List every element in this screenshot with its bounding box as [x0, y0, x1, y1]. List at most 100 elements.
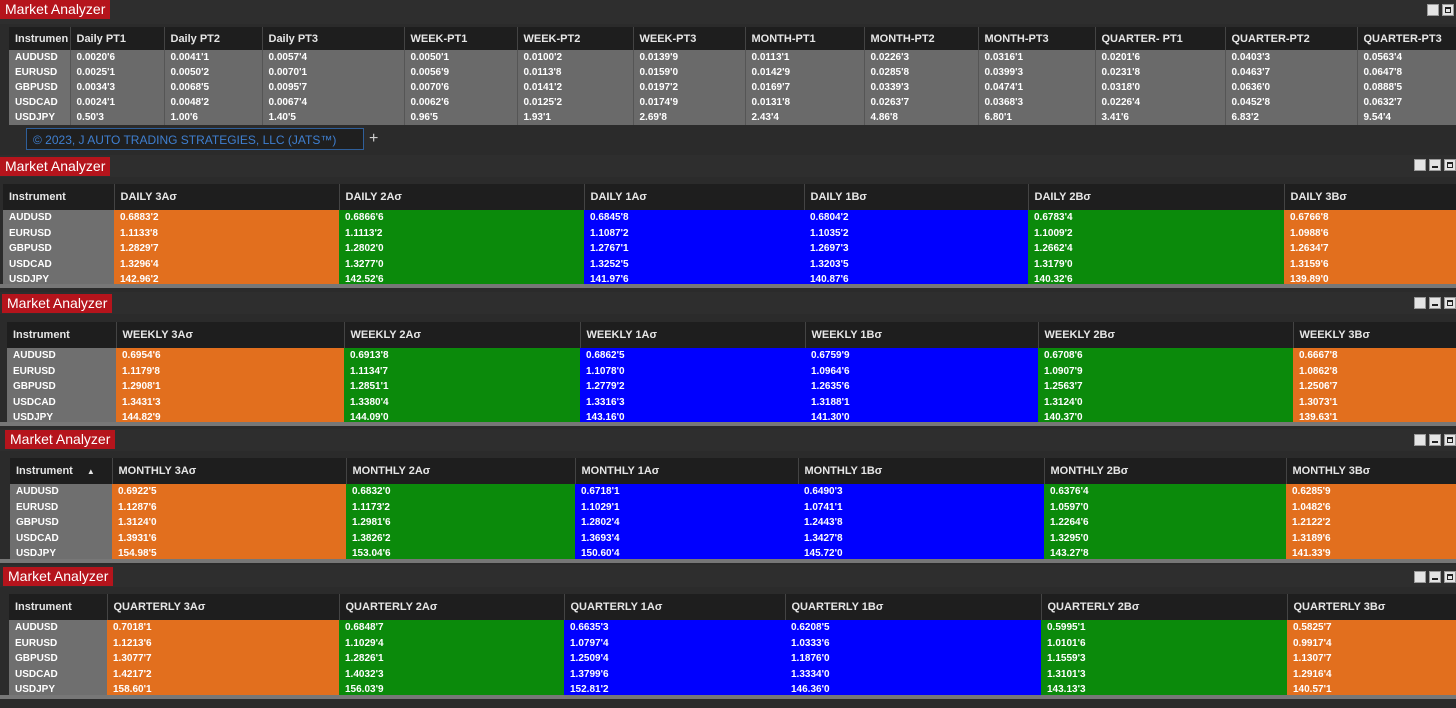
- table-row[interactable]: EURUSD 1.1287'6 1.1173'2 1.1029'1 1.0741'1 1.…: [10, 499, 1456, 515]
- sort-ascending-icon[interactable]: ▲: [87, 467, 95, 476]
- column-header-monthly-3b[interactable]: MONTHLY 3Bσ: [1286, 458, 1456, 484]
- column-header-quarter-pt2[interactable]: QUARTER-PT2: [1225, 27, 1358, 50]
- table-row[interactable]: GBPUSD 1.2829'7 1.2802'0 1.2767'1 1.2697'3 1.…: [3, 241, 1456, 257]
- restore-window-icon[interactable]: [1414, 297, 1426, 309]
- minimize-window-icon[interactable]: [1429, 159, 1441, 171]
- value-cell: 0.6285'9: [1286, 484, 1456, 500]
- column-header-weekly-1b[interactable]: WEEKLY 1Bσ: [805, 322, 1039, 348]
- header-row: Instrument QUARTERLY 3Aσ QUARTERLY 2Aσ QUAR…: [9, 594, 1456, 620]
- column-header-instrument[interactable]: Instrument: [7, 322, 117, 348]
- maximize-window-icon[interactable]: [1444, 297, 1456, 309]
- table-row[interactable]: USDCAD 1.3296'4 1.3277'0 1.3252'5 1.3203'5 1.…: [3, 256, 1456, 272]
- panel-title[interactable]: Market Analyzer: [0, 0, 111, 19]
- instrument-cell: EURUSD: [9, 635, 107, 651]
- column-header-daily-1b[interactable]: DAILY 1Bσ: [804, 184, 1029, 210]
- minimize-window-icon[interactable]: [1429, 571, 1441, 583]
- column-header-monthly-1a[interactable]: MONTHLY 1Aσ: [575, 458, 799, 484]
- restore-window-icon[interactable]: [1414, 571, 1426, 583]
- column-header-week-pt1[interactable]: WEEK-PT1: [404, 27, 518, 50]
- column-header-daily-1a[interactable]: DAILY 1Aσ: [584, 184, 805, 210]
- panel-title[interactable]: Market Analyzer: [5, 430, 116, 449]
- value-cell: 1.3203'5: [804, 256, 1028, 272]
- restore-window-icon[interactable]: [1427, 4, 1439, 16]
- column-header-daily-2b[interactable]: DAILY 2Bσ: [1028, 184, 1285, 210]
- column-header-weekly-2a[interactable]: WEEKLY 2Aσ: [344, 322, 581, 348]
- value-cell: 1.1134'7: [344, 363, 580, 379]
- value-cell: 1.1287'6: [112, 499, 346, 515]
- column-header-instrument[interactable]: Instrument: [3, 184, 115, 210]
- table-row[interactable]: GBPUSD 1.3077'7 1.2826'1 1.2509'4 1.1876'0 1.…: [9, 651, 1456, 667]
- column-header-quarterly-1a[interactable]: QUARTERLY 1Aσ: [564, 594, 786, 620]
- table-row[interactable]: EURUSD 1.1179'8 1.1134'7 1.1078'0 1.0964'6 1.…: [7, 363, 1456, 379]
- value-cell: 1.2981'6: [346, 515, 575, 531]
- column-header-monthly-1b[interactable]: MONTHLY 1Bσ: [798, 458, 1045, 484]
- column-header-quarterly-3a[interactable]: QUARTERLY 3Aσ: [107, 594, 340, 620]
- table-row[interactable]: AUDUSD 0.7018'1 0.6848'7 0.6635'3 0.6208'5 0.…: [9, 620, 1456, 636]
- column-header-monthly-2a[interactable]: MONTHLY 2Aσ: [346, 458, 576, 484]
- table-row[interactable]: USDCAD 1.3931'6 1.3826'2 1.3693'4 1.3427'8 1.…: [10, 530, 1456, 546]
- column-header-daily-3b[interactable]: DAILY 3Bσ: [1284, 184, 1456, 210]
- table-row[interactable]: EURUSD 1.1213'6 1.1029'4 1.0797'4 1.0333'6 1.…: [9, 635, 1456, 651]
- table-row[interactable]: USDCAD 0.0024'1 0.0048'2 0.0067'4 0.0062'6 0.…: [9, 95, 1456, 110]
- add-tab-button[interactable]: +: [369, 129, 378, 149]
- column-header-week-pt2[interactable]: WEEK-PT2: [517, 27, 634, 50]
- value-cell: 1.4032'3: [339, 666, 564, 682]
- column-header-daily-pt2[interactable]: Daily PT2: [164, 27, 263, 50]
- column-header-weekly-3b[interactable]: WEEKLY 3Bσ: [1293, 322, 1456, 348]
- column-header-daily-3a[interactable]: DAILY 3Aσ: [114, 184, 340, 210]
- restore-window-icon[interactable]: [1414, 159, 1426, 171]
- value-cell: 1.0907'9: [1038, 363, 1293, 379]
- table-row[interactable]: AUDUSD 0.6954'6 0.6913'8 0.6862'5 0.6759'9 0.…: [7, 348, 1456, 364]
- panel-title[interactable]: Market Analyzer: [2, 294, 113, 313]
- column-header-daily-2a[interactable]: DAILY 2Aσ: [339, 184, 585, 210]
- column-header-week-pt3[interactable]: WEEK-PT3: [633, 27, 746, 50]
- column-header-daily-pt3[interactable]: Daily PT3: [262, 27, 405, 50]
- maximize-window-icon[interactable]: [1444, 434, 1456, 446]
- column-header-instrument[interactable]: Instrument: [9, 594, 108, 620]
- table-row[interactable]: USDJPY 0.50'3 1.00'6 1.40'5 0.96'5 1.93'1 2.69…: [9, 110, 1456, 125]
- maximize-window-icon[interactable]: [1444, 571, 1456, 583]
- value-cell: 0.0888'5: [1357, 80, 1456, 95]
- value-cell: 1.3931'6: [112, 530, 346, 546]
- table-row[interactable]: EURUSD 1.1133'8 1.1113'2 1.1087'2 1.1035'2 1.…: [3, 225, 1456, 241]
- workspace-tab[interactable]: © 2023, J AUTO TRADING STRATEGIES, LLC (…: [26, 128, 364, 150]
- table-row[interactable]: EURUSD 0.0025'1 0.0050'2 0.0070'1 0.0056'9 0.…: [9, 65, 1456, 80]
- panel-title[interactable]: Market Analyzer: [3, 567, 114, 586]
- panel-title[interactable]: Market Analyzer: [0, 157, 111, 176]
- column-header-monthly-2b[interactable]: MONTHLY 2Bσ: [1044, 458, 1287, 484]
- column-header-daily-pt1[interactable]: Daily PT1: [70, 27, 165, 50]
- table-row[interactable]: AUDUSD 0.6883'2 0.6866'6 0.6845'8 0.6804'2 0.…: [3, 210, 1456, 226]
- column-header-quarterly-2b[interactable]: QUARTERLY 2Bσ: [1041, 594, 1288, 620]
- table-row[interactable]: AUDUSD 0.6922'5 0.6832'0 0.6718'1 0.6490'3 0.…: [10, 484, 1456, 500]
- column-header-quarterly-2a[interactable]: QUARTERLY 2Aσ: [339, 594, 565, 620]
- table-row[interactable]: GBPUSD 0.0034'3 0.0068'5 0.0095'7 0.0070'6 0.…: [9, 80, 1456, 95]
- value-cell: 0.0263'7: [864, 95, 979, 110]
- value-cell: 1.1035'2: [804, 225, 1028, 241]
- restore-window-icon[interactable]: [1414, 434, 1426, 446]
- column-header-month-pt3[interactable]: MONTH-PT3: [978, 27, 1096, 50]
- column-header-weekly-1a[interactable]: WEEKLY 1Aσ: [580, 322, 806, 348]
- table-row[interactable]: USDCAD 1.3431'3 1.3380'4 1.3316'3 1.3188'1 1.…: [7, 394, 1456, 410]
- value-cell: 0.0056'9: [404, 65, 518, 80]
- column-header-weekly-2b[interactable]: WEEKLY 2Bσ: [1038, 322, 1294, 348]
- column-header-weekly-3a[interactable]: WEEKLY 3Aσ: [116, 322, 345, 348]
- column-header-monthly-3a[interactable]: MONTHLY 3Aσ: [112, 458, 347, 484]
- value-cell: 1.3316'3: [580, 394, 805, 410]
- table-row[interactable]: GBPUSD 1.3124'0 1.2981'6 1.2802'4 1.2443'8 1.…: [10, 515, 1456, 531]
- maximize-window-icon[interactable]: [1442, 4, 1454, 16]
- minimize-window-icon[interactable]: [1429, 434, 1441, 446]
- column-header-month-pt1[interactable]: MONTH-PT1: [745, 27, 865, 50]
- column-header-quarter-pt1[interactable]: QUARTER- PT1: [1095, 27, 1226, 50]
- column-header-instrument[interactable]: Instrument ▲: [10, 458, 113, 484]
- column-header-month-pt2[interactable]: MONTH-PT2: [864, 27, 979, 50]
- table-row[interactable]: GBPUSD 1.2908'1 1.2851'1 1.2779'2 1.2635'6 1.…: [7, 379, 1456, 395]
- table-row[interactable]: AUDUSD 0.0020'6 0.0041'1 0.0057'4 0.0050'1 0.…: [9, 50, 1456, 65]
- column-header-quarterly-3b[interactable]: QUARTERLY 3Bσ: [1287, 594, 1456, 620]
- value-cell: 0.0339'3: [864, 80, 979, 95]
- minimize-window-icon[interactable]: [1429, 297, 1441, 309]
- column-header-quarter-pt3[interactable]: QUARTER-PT3: [1357, 27, 1456, 50]
- column-header-quarterly-1b[interactable]: QUARTERLY 1Bσ: [785, 594, 1042, 620]
- column-header-instrumen[interactable]: Instrumen▲: [9, 27, 71, 50]
- table-row[interactable]: USDCAD 1.4217'2 1.4032'3 1.3799'6 1.3334'0 1.…: [9, 666, 1456, 682]
- maximize-window-icon[interactable]: [1444, 159, 1456, 171]
